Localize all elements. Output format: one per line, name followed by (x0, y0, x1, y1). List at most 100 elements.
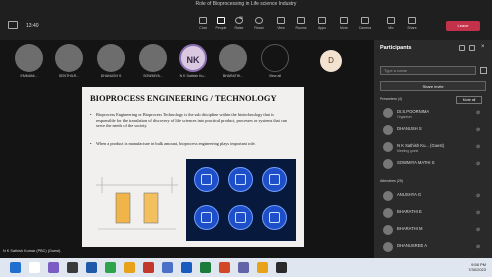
avatar (55, 44, 83, 72)
toolbar-label: Share (407, 26, 417, 30)
open-menu-icon[interactable] (459, 45, 465, 51)
avatar (383, 242, 393, 252)
biotech-applications-panel (186, 159, 296, 241)
view-icon (277, 17, 285, 24)
avatar (383, 208, 393, 218)
view-button[interactable]: View (270, 17, 292, 30)
slide-bullet: When a product is manufacture in bulk am… (90, 141, 292, 147)
spreadsheet-icon[interactable] (200, 262, 211, 273)
mute-all-button[interactable]: Mute all (456, 96, 482, 104)
search-icon[interactable] (29, 262, 40, 273)
mic-off-icon: ⊘ (476, 244, 481, 250)
avatar (261, 44, 289, 72)
meeting-timer: 13:40 (26, 23, 39, 29)
edge-icon[interactable] (86, 262, 97, 273)
files-icon[interactable] (257, 262, 268, 273)
word-icon[interactable] (181, 262, 192, 273)
rooms-icon (297, 17, 305, 24)
leave-button[interactable]: Leave (446, 21, 480, 31)
participant-tile[interactable]: EMMANI... (8, 41, 50, 86)
participant-name: DHANUSH S (100, 74, 122, 78)
participant-name: SOWMIYA... (143, 74, 163, 78)
close-icon[interactable]: × (481, 44, 485, 50)
attendees-heading[interactable]: Attendees (25) (380, 179, 403, 183)
participant-search-input[interactable]: Type a name (380, 66, 476, 75)
avatar (383, 108, 393, 118)
outlook-icon[interactable] (162, 262, 173, 273)
shared-slide: BIOPROCESS ENGINEERING / TECHNOLOGY Biop… (82, 87, 304, 247)
avatar (139, 44, 167, 72)
more-button[interactable]: More (333, 17, 355, 30)
explorer-icon[interactable] (124, 262, 135, 273)
participant-name: BHARATHI M (397, 226, 423, 231)
speaker-label: N K Sathish Kumar (PBC) (Guest) (3, 249, 61, 253)
participant-role: Organiser (397, 115, 412, 119)
mic-off-icon: ⊘ (476, 110, 481, 116)
avatar (97, 44, 125, 72)
mic-off-icon: ⊘ (476, 193, 481, 199)
people-count-badge: 35 (239, 16, 243, 20)
powerpoint-icon[interactable] (143, 262, 154, 273)
apps-button[interactable]: Apps (311, 17, 333, 30)
rooms-button[interactable]: Rooms (290, 17, 312, 30)
participant-row[interactable]: ANUSHYA G ⊘ (380, 189, 484, 204)
taskview-icon[interactable] (67, 262, 78, 273)
participant-tile[interactable]: View all (254, 41, 296, 86)
slide-bullet: Bioprocess Engineering or Bioprocess Tec… (90, 112, 292, 129)
office-icon[interactable] (219, 262, 230, 273)
cell-icon (228, 205, 253, 230)
avatar (383, 191, 393, 201)
react-button[interactable]: React (248, 17, 270, 30)
camera-button[interactable]: Camera (354, 17, 376, 30)
camera-icon (361, 17, 369, 24)
participant-row[interactable]: N K Sathish Ku... (Guest) Meeting guest ⊘ (380, 140, 484, 155)
mic-off-icon: ⊘ (476, 210, 481, 216)
participant-row[interactable]: BHARATHI M ⊘ (380, 223, 484, 238)
toolbar-label: Mic (388, 26, 394, 30)
participant-name: N K Sathish Ku... (179, 74, 207, 78)
participant-tile[interactable]: SOWMIYA... (132, 41, 174, 86)
avatar (15, 44, 43, 72)
toolbar-label: Raise (234, 26, 244, 30)
participant-tile[interactable]: SENTHILR... (48, 41, 90, 86)
toolbar-label: Rooms (295, 26, 307, 30)
participant-tile[interactable]: DHANUSH S (90, 41, 132, 86)
factory-icon (262, 205, 287, 230)
bioprocess-diagram (96, 177, 178, 230)
mic-off-icon: ⊘ (476, 127, 481, 133)
add-person-icon[interactable] (480, 67, 487, 74)
share-invite-button[interactable]: Share invite (380, 81, 486, 91)
teams-icon[interactable] (48, 262, 59, 273)
teams-app-icon[interactable] (238, 262, 249, 273)
toolbar-label: People (215, 26, 227, 30)
participant-name: BHARATHI... (222, 74, 244, 78)
avatar (383, 225, 393, 235)
participant-row[interactable]: DHANUSH S ⊘ (380, 123, 484, 138)
participant-tile[interactable]: BHARATHI... (212, 41, 254, 86)
presenters-heading[interactable]: Presenters (4) (380, 97, 402, 101)
participant-name: DHANUSREE A (397, 243, 428, 248)
more-options-icon[interactable] (469, 45, 475, 51)
participant-row[interactable]: DHANUSREE A ⊘ (380, 240, 484, 255)
medicine-icon (262, 167, 287, 192)
shield-icon (8, 21, 18, 29)
participant-tile[interactable]: NK N K Sathish Ku... (172, 41, 214, 86)
participant-name: ANUSHYA G (397, 192, 422, 197)
mic-button[interactable]: Mic (380, 17, 402, 30)
lab-icon (194, 167, 219, 192)
panel-title: Participants (380, 45, 412, 51)
participant-row[interactable]: BHARATHI E ⊘ (380, 206, 484, 221)
participant-row[interactable]: SOWMIYA MATHI S ⊘ (380, 157, 484, 172)
mic-off-icon: ⊘ (476, 161, 481, 167)
more-icon (340, 17, 348, 24)
toolbar-label: More (340, 26, 348, 30)
excel-icon[interactable] (105, 262, 116, 273)
share-button[interactable]: Share (401, 17, 423, 30)
avatar: NK (179, 44, 207, 72)
toolbar-label: Chat (199, 26, 207, 30)
participant-name: SENTHILR... (58, 74, 80, 78)
participant-row[interactable]: Dr.S.POORNIMA Organiser ⊘ (380, 106, 484, 121)
start-icon[interactable] (10, 262, 21, 273)
mic-off-icon: ⊘ (476, 144, 481, 150)
terminal-icon[interactable] (276, 262, 287, 273)
